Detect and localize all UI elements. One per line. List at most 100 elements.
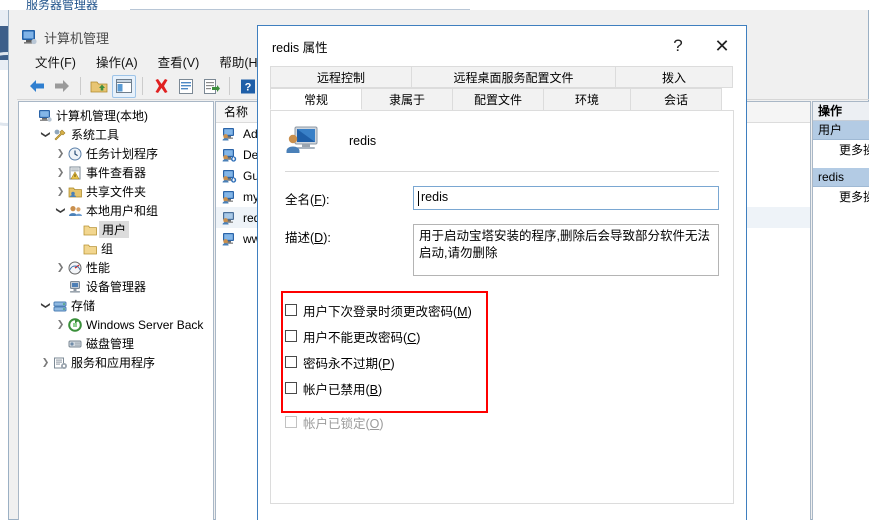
export-list-icon[interactable] <box>199 75 223 98</box>
dialog-tabs-row-top: 远程控制 远程桌面服务配置文件 拨入 <box>270 66 734 88</box>
description-input[interactable]: 用于启动宝塔安装的程序,删除后会导致部分软件无法启动,请勿删除 <box>413 224 719 276</box>
tree-item-11[interactable]: ❯ Windows Server Back <box>21 315 213 334</box>
shared-folder-icon <box>67 184 84 200</box>
tools-icon <box>52 127 69 143</box>
checkbox-must-change-password[interactable]: 用户下次登录时须更改密码(M) <box>285 297 605 323</box>
back-arrow-icon[interactable] <box>25 75 49 98</box>
menu-action[interactable]: 操作(A) <box>86 50 148 73</box>
chevron-right-icon[interactable]: ❯ <box>54 167 67 178</box>
checkbox-box[interactable] <box>285 382 297 394</box>
tree-item-9[interactable]: 设备管理器 <box>21 277 213 296</box>
delete-icon[interactable] <box>149 75 173 98</box>
tree-item-13[interactable]: ❯ 服务和应用程序 <box>21 353 213 372</box>
actions-more-redis[interactable]: 更多操 <box>813 187 869 207</box>
actions-pane: 操作 用户 更多操 redis 更多操 <box>812 101 869 520</box>
checkbox-box[interactable] <box>285 304 297 316</box>
dialog-title: redis 属性 <box>272 40 328 55</box>
tree-item-label: 事件查看器 <box>86 166 147 180</box>
show-hide-tree-icon[interactable] <box>112 74 136 98</box>
user-disabled-icon <box>222 148 240 162</box>
tab-rds-profile[interactable]: 远程桌面服务配置文件 <box>411 66 616 88</box>
device-manager-icon <box>67 279 84 295</box>
tree-item-2[interactable]: ❯ 任务计划程序 <box>21 144 213 163</box>
tree-item-7[interactable]: 组 <box>21 239 213 258</box>
menu-file[interactable]: 文件(F) <box>25 50 86 73</box>
checkbox-box <box>285 416 297 428</box>
user-header: redis <box>271 111 733 157</box>
tab-dial-in[interactable]: 拨入 <box>615 66 733 88</box>
chevron-right-icon[interactable]: ❯ <box>54 319 67 330</box>
actions-more-users[interactable]: 更多操 <box>813 140 869 160</box>
tree-item-3[interactable]: ❯ 事件查看器 <box>21 163 213 182</box>
close-icon[interactable]: ✕ <box>700 31 744 61</box>
checkbox-label: 用户不能更改密码(C) <box>303 330 421 345</box>
description-row: 描述(D): 用于启动宝塔安装的程序,删除后会导致部分软件无法启动,请勿删除 <box>271 210 733 276</box>
tab-general[interactable]: 常规 <box>270 88 362 110</box>
help-question-icon[interactable]: ? <box>656 31 700 61</box>
checkbox-box[interactable] <box>285 356 297 368</box>
checkbox-password-never-expires[interactable]: 密码永不过期(P) <box>285 349 605 375</box>
console-tree-pane: 计算机管理(本地) ❯ 系统工具 ❯ 任务计划程序 ❯ 事件查看器 ❯ 共享文件夹 ❯ 本地用户和组… <box>18 101 214 520</box>
chevron-right-icon[interactable]: ❯ <box>54 186 67 197</box>
checkbox-cannot-change-password[interactable]: 用户不能更改密码(C) <box>285 323 605 349</box>
chevron-right-icon[interactable]: ❯ <box>54 262 67 273</box>
dialog-tabs: 远程控制 远程桌面服务配置文件 拨入 常规 隶属于 配置文件 环境 会话 <box>258 66 746 110</box>
fullname-label: 全名(F): <box>285 193 330 207</box>
performance-icon <box>67 260 84 276</box>
tree-item-label: 本地用户和组 <box>86 204 159 218</box>
chevron-down-icon[interactable]: ❯ <box>40 128 51 141</box>
description-label: 描述(D): <box>285 231 331 245</box>
tree-item-5[interactable]: ❯ 本地用户和组 <box>21 201 213 220</box>
forward-arrow-icon[interactable] <box>50 75 74 98</box>
tab-environment[interactable]: 环境 <box>543 88 631 110</box>
tree-item-label: 存储 <box>71 299 96 313</box>
computer-icon <box>37 108 54 124</box>
tree-item-label: 计算机管理(本地) <box>56 109 148 123</box>
tree-item-label: 服务和应用程序 <box>71 356 156 370</box>
fullname-row: 全名(F): redis <box>271 172 733 210</box>
tree-item-1[interactable]: ❯ 系统工具 <box>21 125 213 144</box>
actions-pane-title: 操作 <box>813 102 869 121</box>
tree-item-label: 用户 <box>99 221 130 238</box>
tree-item-10[interactable]: ❯ 存储 <box>21 296 213 315</box>
checkbox-account-locked: 帐户已锁定(O) <box>285 409 605 435</box>
user-name-label: redis <box>349 134 377 148</box>
fullname-input[interactable]: redis <box>413 186 719 210</box>
up-folder-icon[interactable] <box>87 75 111 98</box>
properties-icon[interactable] <box>174 75 198 98</box>
user-properties-dialog: redis 属性 ? ✕ 远程控制 远程桌面服务配置文件 拨入 常规 隶属于 配… <box>257 25 747 520</box>
tree-item-label: 性能 <box>86 261 111 275</box>
event-viewer-icon <box>67 165 84 181</box>
user-icon <box>222 232 240 246</box>
tab-sessions[interactable]: 会话 <box>630 88 722 110</box>
chevron-down-icon[interactable]: ❯ <box>55 204 66 217</box>
tree-item-6[interactable]: 用户 <box>21 220 213 239</box>
tree-item-12[interactable]: 磁盘管理 <box>21 334 213 353</box>
tree-item-4[interactable]: ❯ 共享文件夹 <box>21 182 213 201</box>
dialog-titlebar: redis 属性 ? ✕ <box>258 26 746 66</box>
checkbox-gap <box>285 401 605 409</box>
checkbox-label: 帐户已锁定(O) <box>303 416 384 431</box>
tab-remote-control[interactable]: 远程控制 <box>270 66 412 88</box>
tab-member-of[interactable]: 隶属于 <box>361 88 453 110</box>
console-tree: 计算机管理(本地) ❯ 系统工具 ❯ 任务计划程序 ❯ 事件查看器 ❯ 共享文件夹 ❯ 本地用户和组… <box>19 102 213 372</box>
tab-profile[interactable]: 配置文件 <box>452 88 544 110</box>
services-icon <box>52 355 69 371</box>
backup-icon <box>67 317 84 333</box>
tree-item-8[interactable]: ❯ 性能 <box>21 258 213 277</box>
text-caret <box>418 191 419 206</box>
svg-text:?: ? <box>245 81 252 93</box>
actions-spacer <box>813 160 869 168</box>
dialog-tabs-row-bottom: 常规 隶属于 配置文件 环境 会话 <box>270 88 734 110</box>
folder-icon <box>82 241 99 257</box>
fullname-value: redis <box>421 190 449 204</box>
checkbox-account-disabled[interactable]: 帐户已禁用(B) <box>285 375 605 401</box>
checkbox-box[interactable] <box>285 330 297 342</box>
user-disabled-icon <box>222 169 240 183</box>
chevron-right-icon[interactable]: ❯ <box>39 357 52 368</box>
menu-view[interactable]: 查看(V) <box>148 50 210 73</box>
chevron-right-icon[interactable]: ❯ <box>54 148 67 159</box>
tree-item-0[interactable]: 计算机管理(本地) <box>21 106 213 125</box>
tree-item-label: 任务计划程序 <box>86 147 159 161</box>
chevron-down-icon[interactable]: ❯ <box>40 299 51 312</box>
